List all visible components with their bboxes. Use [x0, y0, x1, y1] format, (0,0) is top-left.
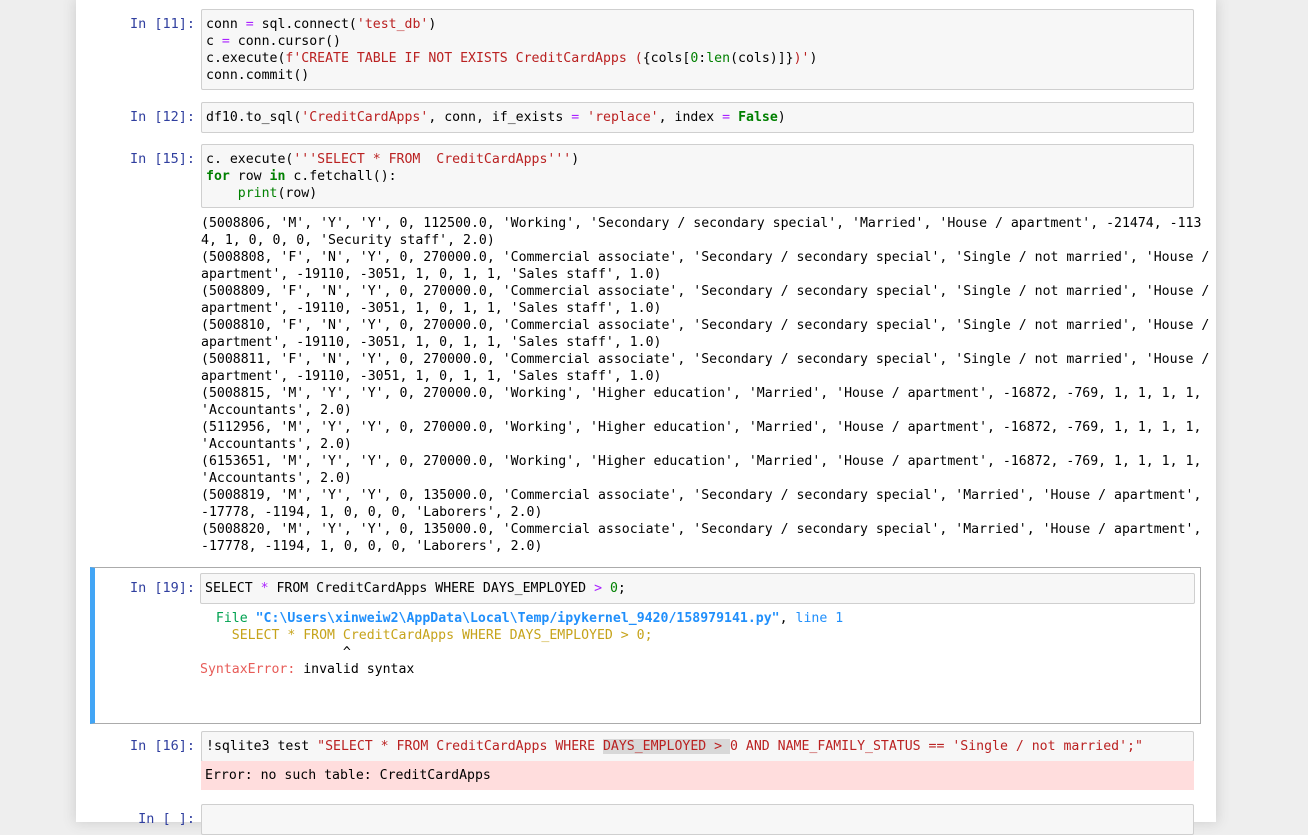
- code-token: 'CreditCardApps': [301, 110, 429, 125]
- code-input[interactable]: [201, 804, 1194, 835]
- code-token: SELECT: [205, 581, 261, 596]
- code-token: =: [722, 110, 731, 125]
- code-token: {cols[: [642, 51, 691, 66]
- code-cell-19[interactable]: In [19]: SELECT * FROM CreditCardApps WH…: [90, 567, 1201, 724]
- code-cell-empty[interactable]: In [ ]:: [90, 803, 1200, 835]
- code-token: 'replace': [587, 110, 659, 125]
- code-token: '''SELECT * FROM CreditCardApps''': [293, 152, 572, 167]
- code-input[interactable]: !sqlite3 test "SELECT * FROM CreditCardA…: [201, 731, 1194, 762]
- code-token: c. execute(: [206, 152, 294, 167]
- code-token: conn: [206, 17, 246, 32]
- code-token: conn.commit(): [206, 68, 310, 83]
- code-token: in: [269, 169, 286, 184]
- cell-prompt: In [16]:: [129, 738, 195, 754]
- cell-prompt: In [11]:: [129, 16, 195, 32]
- code-token: =: [221, 34, 230, 49]
- code-token: , index: [658, 110, 723, 125]
- code-token: ): [428, 17, 437, 32]
- code-text[interactable]: !sqlite3 test "SELECT * FROM CreditCardA…: [206, 738, 1189, 755]
- code-token: (cols)]}: [730, 51, 794, 66]
- cell-prompt: In [15]:: [129, 151, 195, 167]
- error-message: invalid syntax: [295, 662, 415, 677]
- cell-output: Error: no such table: CreditCardApps: [201, 761, 1194, 790]
- code-input[interactable]: SELECT * FROM CreditCardApps WHERE DAYS_…: [200, 573, 1195, 604]
- traceback-code-line: SELECT * FROM CreditCardApps WHERE DAYS_…: [200, 628, 653, 643]
- code-token: )': [793, 51, 810, 66]
- code-token: ;: [617, 581, 626, 596]
- traceback-sep: ,: [779, 611, 796, 626]
- traceback-line: line 1: [795, 611, 844, 626]
- traceback-output: File "C:\Users\xinweiw2\AppData\Local\Te…: [200, 610, 1195, 678]
- code-token: ): [571, 152, 580, 167]
- code-input[interactable]: conn = sql.connect('test_db') c = conn.c…: [201, 9, 1194, 90]
- code-cell-12[interactable]: In [12]: df10.to_sql('CreditCardApps', c…: [90, 101, 1200, 133]
- code-token: print: [237, 186, 278, 201]
- code-cell-11[interactable]: In [11]: conn = sql.connect('test_db') c…: [90, 8, 1200, 90]
- code-text[interactable]: c. execute('''SELECT * FROM CreditCardAp…: [206, 151, 1189, 202]
- code-token: FROM CreditCardApps WHERE DAYS_EMPLOYED: [268, 581, 595, 596]
- code-input[interactable]: df10.to_sql('CreditCardApps', conn, if_e…: [201, 102, 1194, 133]
- code-token: f'CREATE TABLE IF NOT EXISTS CreditCardA…: [285, 51, 643, 66]
- code-cell-16[interactable]: In [16]: !sqlite3 test "SELECT * FROM Cr…: [90, 730, 1200, 794]
- code-text[interactable]: conn = sql.connect('test_db') c = conn.c…: [206, 16, 1189, 84]
- traceback-path: "C:\Users\xinweiw2\AppData\Local\Temp/ip…: [255, 611, 780, 626]
- code-token: DAYS_EMPLOYED >: [602, 739, 731, 754]
- code-token: ): [809, 51, 818, 66]
- code-token: c: [206, 34, 222, 49]
- cell-prompt: In [19]:: [129, 580, 195, 596]
- code-token: >: [594, 581, 603, 596]
- code-text[interactable]: SELECT * FROM CreditCardApps WHERE DAYS_…: [205, 580, 1190, 597]
- cell-prompt: In [ ]:: [138, 811, 195, 827]
- stderr-output: Error: no such table: CreditCardApps: [201, 761, 1194, 790]
- code-token: *: [260, 581, 269, 596]
- code-token: False: [738, 110, 778, 125]
- code-token: row: [229, 169, 270, 184]
- code-token: for: [206, 169, 230, 184]
- stdout-text: (5008806, 'M', 'Y', 'Y', 0, 112500.0, 'W…: [201, 216, 1210, 554]
- traceback-file-label: File: [200, 611, 248, 626]
- error-name: SyntaxError:: [200, 662, 296, 677]
- code-token: , conn, if_exists: [428, 110, 572, 125]
- code-token: df10.to_sql(: [206, 110, 302, 125]
- code-token: 'test_db': [356, 17, 429, 32]
- code-token: len: [706, 51, 731, 66]
- code-cell-15[interactable]: In [15]: c. execute('''SELECT * FROM Cre…: [90, 143, 1210, 557]
- code-text[interactable]: df10.to_sql('CreditCardApps', conn, if_e…: [206, 109, 1189, 126]
- traceback-caret: ^: [200, 645, 351, 660]
- code-token: !sqlite3 test: [206, 739, 318, 754]
- stderr-text: Error: no such table: CreditCardApps: [205, 768, 491, 783]
- code-token: conn.cursor(): [229, 34, 341, 49]
- code-token: c.execute(: [206, 51, 286, 66]
- code-token: =: [245, 17, 254, 32]
- notebook-container: In [11]: conn = sql.connect('test_db') c…: [76, 0, 1216, 835]
- code-token: c.fetchall():: [285, 169, 397, 184]
- code-token: 0 AND NAME_FAMILY_STATUS == 'Single / no…: [730, 739, 1143, 754]
- code-token: (row): [277, 186, 318, 201]
- code-token: ): [777, 110, 786, 125]
- code-token: "SELECT * FROM CreditCardApps WHERE: [317, 739, 603, 754]
- cell-output: (5008806, 'M', 'Y', 'Y', 0, 112500.0, 'W…: [201, 215, 1210, 555]
- code-token: 0: [609, 581, 618, 596]
- code-token: =: [571, 110, 580, 125]
- code-input[interactable]: c. execute('''SELECT * FROM CreditCardAp…: [201, 144, 1194, 208]
- code-token: sql.connect(: [253, 17, 357, 32]
- cell-prompt: In [12]:: [129, 109, 195, 125]
